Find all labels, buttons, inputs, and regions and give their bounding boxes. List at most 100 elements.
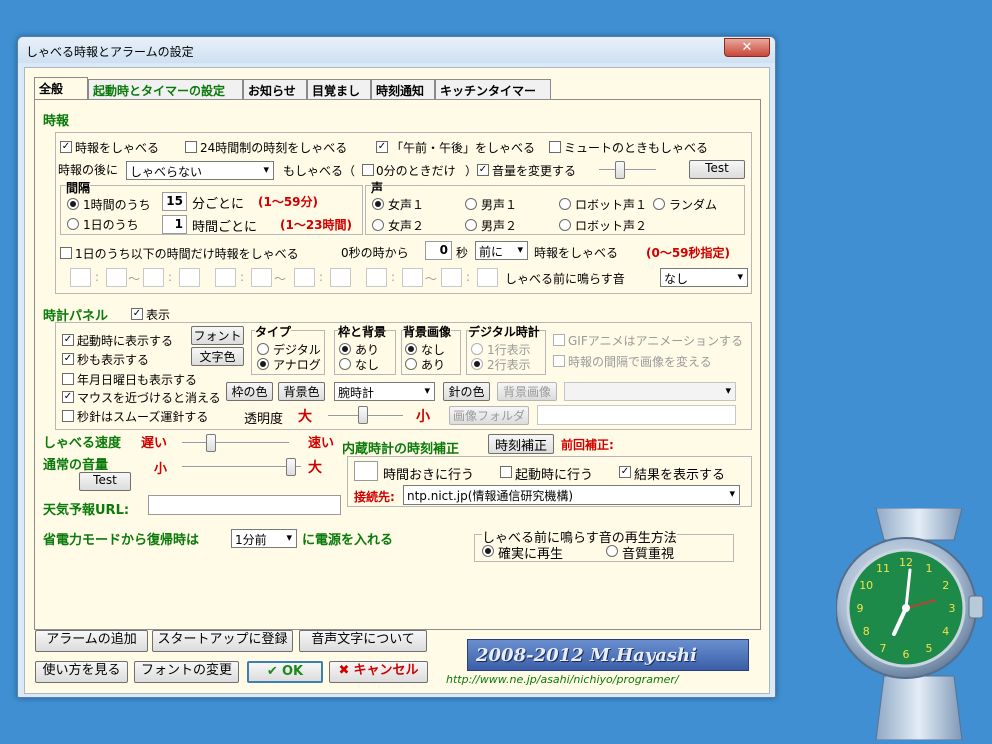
24h-checkbox[interactable]	[185, 141, 197, 153]
jiho-test-button[interactable]: Test	[689, 160, 745, 179]
tab-alarm[interactable]: 目覚まし	[307, 79, 371, 99]
after-jiho-select[interactable]: しゃべらない	[126, 161, 274, 180]
credit-url[interactable]: http://www.ne.jp/asahi/nichiyo/programer…	[446, 673, 679, 686]
range3-start-min[interactable]	[402, 268, 423, 287]
transparency-thumb[interactable]	[358, 406, 368, 424]
range1-start-hour[interactable]	[70, 268, 91, 287]
clock-style-select[interactable]: 腕時計	[334, 382, 435, 401]
clock-startup-checkbox[interactable]: ✓	[62, 334, 74, 346]
clock-smooth-label: 秒針はスムーズ運針する	[77, 410, 209, 424]
tab-kitchen-timer[interactable]: キッチンタイマー	[435, 79, 551, 99]
volume-change-checkbox[interactable]: ✓	[477, 164, 489, 176]
interval-hours-input[interactable]: 1	[162, 215, 187, 234]
tab-startup-timer[interactable]: 起動時とタイマーの設定	[88, 79, 243, 99]
font-change-button[interactable]: フォントの変更	[134, 661, 239, 683]
correction-interval-input[interactable]	[354, 461, 378, 481]
weather-url-input[interactable]	[148, 495, 341, 515]
jiho-volume-thumb[interactable]	[615, 161, 625, 179]
voice-robot2-radio[interactable]	[559, 219, 571, 231]
gif-anim-checkbox[interactable]	[553, 334, 565, 346]
volume-thumb[interactable]	[285, 458, 296, 476]
clock-date-checkbox[interactable]	[62, 373, 74, 385]
clock-font-button[interactable]: フォント	[191, 326, 244, 345]
bgimg-off-radio[interactable]	[405, 343, 417, 355]
clock-mouse-checkbox[interactable]: ✓	[62, 391, 74, 403]
add-alarm-button[interactable]: アラームの追加	[35, 630, 148, 652]
range2-start-hour[interactable]	[215, 268, 236, 287]
range1-colon2: :	[168, 270, 173, 284]
speed-track[interactable]	[182, 442, 289, 444]
sound-before-select[interactable]: なし	[660, 268, 748, 287]
clock-seconds-checkbox[interactable]: ✓	[62, 353, 74, 365]
range2-end-min[interactable]	[330, 268, 351, 287]
startup-register-button[interactable]: スタートアップに登録	[152, 630, 293, 652]
bg-image-select[interactable]	[564, 382, 736, 401]
range2-start-min[interactable]	[251, 268, 272, 287]
close-button[interactable]: ✕	[724, 38, 770, 57]
howto-button[interactable]: 使い方を見る	[35, 661, 128, 683]
volume-track[interactable]	[182, 466, 301, 468]
limit-hours-checkbox[interactable]	[60, 247, 72, 259]
interval-hour-radio[interactable]	[67, 198, 79, 210]
range2-end-hour[interactable]	[294, 268, 315, 287]
change-img-checkbox[interactable]	[553, 355, 565, 367]
image-folder-input[interactable]	[537, 405, 736, 425]
voice-robot1-radio[interactable]	[559, 198, 571, 210]
playback-sure-radio[interactable]	[482, 545, 494, 557]
cancel-label: キャンセル	[353, 663, 419, 678]
tab-general[interactable]: 全般	[34, 77, 88, 100]
range3-end-hour[interactable]	[441, 268, 462, 287]
clock-textcolor-button[interactable]: 文字色	[191, 347, 244, 366]
cancel-button[interactable]: ✖ キャンセル	[329, 661, 428, 683]
mute-checkbox[interactable]	[549, 141, 561, 153]
ntp-server-select[interactable]: ntp.nict.jp(情報通信研究機構)	[403, 485, 740, 505]
speed-fast: 速い	[308, 436, 335, 451]
image-folder-button[interactable]: 画像フォルダ	[449, 406, 529, 425]
title-bar[interactable]: しゃべる時報とアラームの設定 ✕	[18, 37, 775, 63]
range1-start-min[interactable]	[106, 268, 127, 287]
voice-female2-radio[interactable]	[372, 219, 384, 231]
bgimg-on-radio[interactable]	[405, 358, 417, 370]
hand-color-button[interactable]: 針の色	[443, 382, 490, 401]
voice-male1-radio[interactable]	[465, 198, 477, 210]
ampm-checkbox[interactable]: ✓	[376, 141, 388, 153]
correction-result-checkbox[interactable]: ✓	[619, 466, 631, 478]
type-analog-radio[interactable]	[257, 358, 269, 370]
correction-startup-checkbox[interactable]	[500, 466, 512, 478]
correction-button[interactable]: 時刻補正	[488, 434, 554, 454]
range1-end-hour[interactable]	[143, 268, 164, 287]
zero-min-checkbox[interactable]	[362, 164, 374, 176]
tab-time-notify[interactable]: 時刻通知	[371, 79, 435, 99]
voice-text-button[interactable]: 音声文字について	[299, 630, 427, 652]
interval-day-radio[interactable]	[67, 218, 79, 230]
tab-notice[interactable]: お知らせ	[243, 79, 307, 99]
clock-smooth-checkbox[interactable]	[62, 410, 74, 422]
interval-minutes-input[interactable]: 15	[162, 192, 187, 211]
type-digital-radio[interactable]	[257, 343, 269, 355]
range3-end-min[interactable]	[477, 268, 498, 287]
voice-female1-radio[interactable]	[372, 198, 384, 210]
voice-random-radio[interactable]	[653, 198, 665, 210]
frame-on-radio[interactable]	[339, 343, 351, 355]
ok-button[interactable]: ✔ OK	[247, 661, 323, 683]
bg-color-button[interactable]: 背景色	[278, 382, 325, 401]
seconds-input[interactable]: 0	[425, 241, 452, 260]
voice-male2-radio[interactable]	[465, 219, 477, 231]
frame-off-radio[interactable]	[339, 358, 351, 370]
speed-thumb[interactable]	[206, 434, 217, 452]
desktop-watch[interactable]: 12 1 2 3 4 5 6 7 8 9 10 11	[835, 507, 992, 741]
digital-1line-radio[interactable]	[471, 343, 483, 355]
frame-color-button[interactable]: 枠の色	[226, 382, 273, 401]
voice-female1-label: 女声１	[388, 198, 425, 212]
before-after-select[interactable]: 前に	[475, 241, 528, 260]
volume-test-button[interactable]: Test	[79, 472, 131, 491]
range3-start-hour[interactable]	[366, 268, 387, 287]
clock-show-checkbox[interactable]: ✓	[131, 308, 143, 320]
power-select[interactable]: 1分前	[231, 529, 297, 548]
bg-image-button[interactable]: 背景画像	[497, 382, 557, 401]
digital-2line-radio[interactable]	[471, 358, 483, 370]
playback-quality-radio[interactable]	[606, 545, 618, 557]
speak-jiho-checkbox[interactable]: ✓	[60, 141, 72, 153]
range1-end-min[interactable]	[179, 268, 200, 287]
jiho-volume-track[interactable]	[599, 169, 656, 171]
